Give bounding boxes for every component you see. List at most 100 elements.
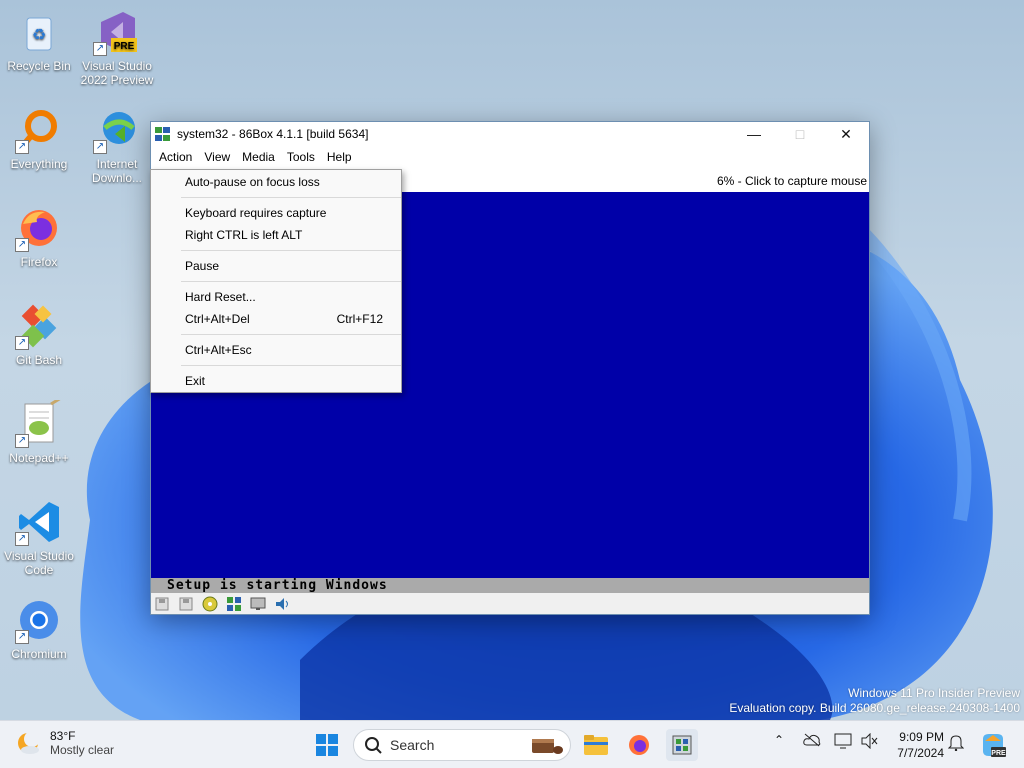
desktop-icon-label: Notepad++ [9,451,69,465]
menu-media[interactable]: Media [236,147,281,167]
menubar: Action View Media Tools Help [151,146,869,168]
menu-item-right-ctrl-left-alt[interactable]: Right CTRL is left ALT [151,224,401,246]
search-highlight-cake-icon [532,739,563,754]
visual-studio-icon: PRE ↗ [93,8,141,56]
menu-item-hard-reset[interactable]: Hard Reset... [151,286,401,308]
menu-view[interactable]: View [198,147,236,167]
weather-temperature: 83°F [50,729,76,743]
clock-time: 9:09 PM [899,730,944,744]
shortcut-arrow-icon: ↗ [15,630,29,644]
menu-item-auto-pause[interactable]: Auto-pause on focus loss [151,171,401,193]
menu-separator [151,361,401,370]
desktop-icon-visual-studio-2022-preview[interactable]: PRE ↗ Visual Studio 2022 Preview [78,8,156,87]
menu-item-label: Hard Reset... [185,290,256,304]
search-icon [365,737,382,754]
desktop-icon-label: Chromium [11,647,67,661]
desktop-icon-label: Visual Studio Code [4,549,74,577]
recycle-bin-icon: ♻ [15,8,63,56]
desktop-icon-recycle-bin[interactable]: ♻ Recycle Bin [0,8,78,73]
menu-item-label: Auto-pause on focus loss [185,175,320,189]
desktop-icon-firefox[interactable]: ↗ Firefox [0,204,78,269]
chevron-up-icon[interactable]: ⌃ [774,733,784,747]
window-titlebar[interactable]: system32 - 86Box 4.1.1 [build 5634] — □ … [151,122,869,146]
copilot-button[interactable]: PRE [977,729,1009,761]
network-display-icon[interactable] [834,733,852,752]
vscode-icon: ↗ [15,498,63,546]
desktop-icon-everything[interactable]: ↗ Everything [0,106,78,171]
menu-action[interactable]: Action [153,147,199,167]
desktop-icon-label: Visual Studio 2022 Preview [80,59,154,87]
shortcut-arrow-icon: ↗ [93,42,107,56]
moon-weather-icon [18,731,40,754]
notification-bell-icon[interactable] [947,733,965,754]
floppy-drive-icon[interactable] [177,596,195,612]
desktop-icon-internet-download-manager[interactable]: ↗ Internet Downlo... [78,106,156,185]
desktop-icon-label: Git Bash [15,353,63,367]
floppy-drive-icon[interactable] [153,596,171,612]
sound-icon[interactable] [273,596,291,612]
menu-separator [151,330,401,339]
copilot-pre-badge: PRE [991,750,1006,757]
device-status-bar [151,593,869,614]
desktop-icon-git-bash[interactable]: ↗ Git Bash [0,302,78,367]
setup-status-bar: Setup is starting Windows [151,578,869,593]
svg-text:♻: ♻ [32,27,46,44]
pre-badge: PRE [114,41,135,52]
menu-item-label: Ctrl+Alt+Del [185,312,250,326]
search-placeholder: Search [390,737,435,753]
chromium-icon: ↗ [15,596,63,644]
desktop-icon-label: Firefox [20,255,58,269]
menu-item-label: Ctrl+Alt+Esc [185,343,252,357]
windows-logo-icon [316,734,338,756]
capture-status-text: 6% - Click to capture mouse [716,174,867,188]
desktop-icon-notepad-plus-plus[interactable]: ↗ Notepad++ [0,396,78,465]
shortcut-arrow-icon: ↗ [15,336,29,350]
menu-item-label: Right CTRL is left ALT [185,228,303,242]
cdrom-icon[interactable] [201,596,219,612]
firefox-icon [629,735,649,755]
taskbar-86box[interactable] [666,729,698,761]
start-button[interactable] [311,729,343,761]
desktop-icon-chromium[interactable]: ↗ Chromium [0,596,78,661]
minimize-button[interactable]: — [731,122,777,146]
taskbar: 83°F Mostly clear Search ⌃ 9:09 PM 7/7/2… [0,720,1024,768]
desktop-icon-label: Everything [10,157,68,171]
weather-widget[interactable]: 83°F Mostly clear [14,729,114,757]
firefox-icon: ↗ [15,204,63,252]
menu-item-keyboard-requires-capture[interactable]: Keyboard requires capture [151,202,401,224]
menu-item-ctrl-alt-del[interactable]: Ctrl+Alt+Del Ctrl+F12 [151,308,401,330]
desktop-icon-label: Recycle Bin [7,59,71,73]
taskbar-clock[interactable]: 9:09 PM 7/7/2024 [897,729,944,761]
86box-app-icon [155,126,171,142]
menu-help[interactable]: Help [321,147,358,167]
everything-search-icon: ↗ [15,106,63,154]
menu-item-label: Pause [185,259,220,273]
volume-muted-icon[interactable] [860,732,878,752]
close-button[interactable]: ✕ [823,122,869,146]
display-icon[interactable] [249,596,267,612]
menu-separator [151,193,401,202]
menu-item-ctrl-alt-esc[interactable]: Ctrl+Alt+Esc [151,339,401,361]
weather-condition: Mostly clear [50,743,115,757]
taskbar-search-box[interactable]: Search [353,729,571,761]
maximize-button[interactable]: □ [777,122,823,146]
menu-item-label: Keyboard requires capture [185,206,327,220]
menu-tools[interactable]: Tools [281,147,321,167]
menu-item-label: Exit [185,374,206,388]
taskbar-file-explorer[interactable] [580,729,612,761]
action-menu-dropdown: Auto-pause on focus loss Keyboard requir… [150,169,402,393]
menu-separator [151,277,401,286]
desktop-icon-label: Internet Downlo... [91,157,143,185]
shortcut-arrow-icon: ↗ [15,238,29,252]
network-icon[interactable] [225,596,243,612]
taskbar-firefox[interactable] [623,729,655,761]
shortcut-arrow-icon: ↗ [93,140,107,154]
menu-item-exit[interactable]: Exit [151,370,401,392]
copilot-icon: PRE [983,734,1006,757]
windows-watermark: Windows 11 Pro Insider Preview Evaluatio… [729,686,1020,716]
menu-item-pause[interactable]: Pause [151,255,401,277]
window-title: system32 - 86Box 4.1.1 [build 5634] [177,127,369,141]
onedrive-cloud-icon[interactable] [803,733,821,750]
folder-icon [584,735,608,755]
desktop-icon-visual-studio-code[interactable]: ↗ Visual Studio Code [0,498,78,577]
